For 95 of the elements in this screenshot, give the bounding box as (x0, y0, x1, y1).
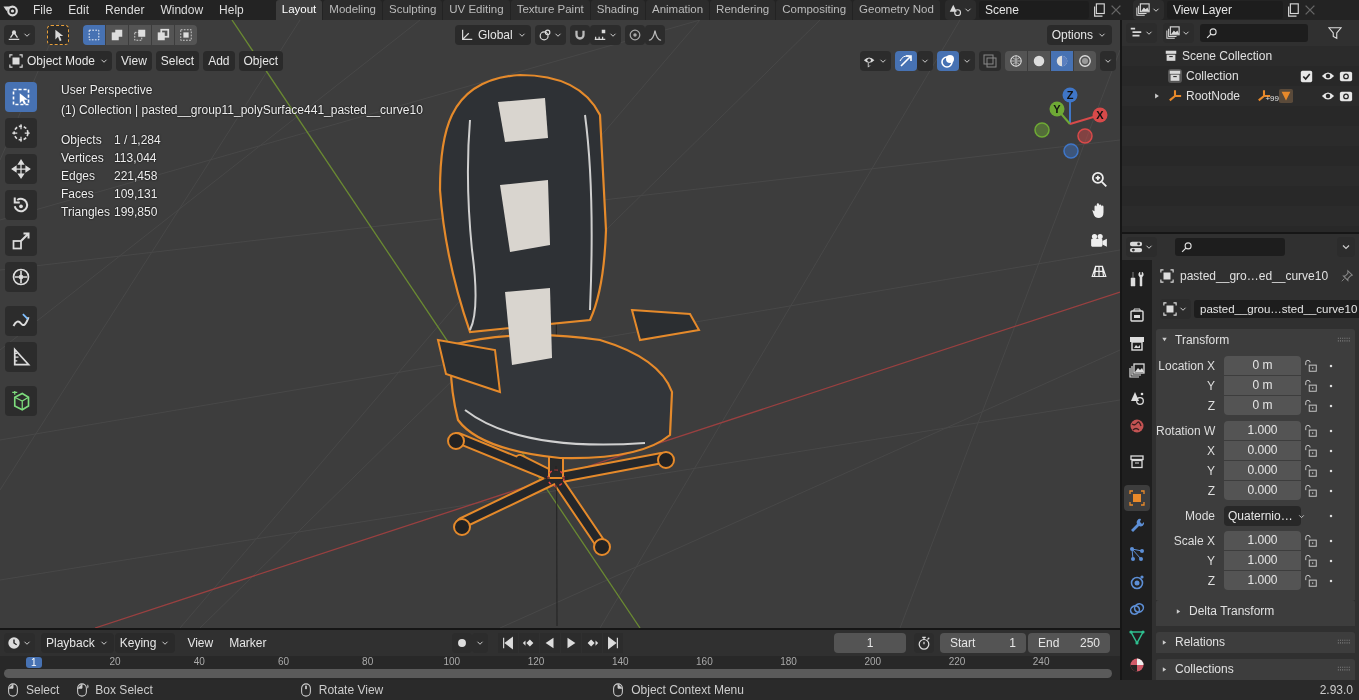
stat-value: 221,458 (114, 168, 159, 185)
view-name: User Perspective (61, 82, 154, 99)
number-field[interactable]: 0 m (1224, 376, 1301, 396)
view-layer-field[interactable]: View Layer (1166, 1, 1283, 19)
number-field[interactable]: 0.000 (1224, 461, 1301, 481)
frame-number: 60 (276, 656, 291, 668)
dropdown-button[interactable]: Playback (41, 633, 114, 653)
frame-number: 160 (695, 656, 714, 668)
number-field[interactable]: 1.000 (1224, 551, 1301, 571)
dropdown-button[interactable]: Keying (114, 633, 176, 653)
options-dropdown[interactable]: Options (1046, 25, 1112, 45)
menu-item[interactable]: File (25, 1, 61, 19)
workspace-tab[interactable]: UV Editing (443, 0, 510, 20)
frame-number: 40 (192, 656, 206, 668)
menu-button[interactable]: View (116, 51, 152, 71)
frame-number: 240 (1031, 656, 1051, 668)
field-label: Z (1206, 483, 1216, 501)
menu-button[interactable]: View (182, 633, 219, 653)
field-label: Location X (1157, 358, 1216, 376)
playhead[interactable]: 1 (26, 657, 42, 668)
orientation-dropdown[interactable]: Global (455, 25, 531, 45)
number-field[interactable]: 0.000 (1224, 441, 1301, 461)
scene-name-field[interactable]: Scene (978, 1, 1089, 19)
field-label: Z (1206, 573, 1216, 591)
field-label: Start (950, 635, 976, 652)
stat-value: 113,044 (114, 150, 158, 167)
end-frame-field[interactable]: End 250 (1028, 633, 1110, 653)
current-frame-field[interactable]: 1 (834, 633, 906, 653)
workspace-tab[interactable]: Texture Paint (510, 0, 590, 20)
frame-number: 20 (108, 656, 122, 668)
frame-number: 180 (779, 656, 798, 668)
field-label: X (1206, 443, 1216, 461)
hint-label: Rotate View (318, 682, 384, 699)
stat-label: Objects (61, 132, 103, 149)
workspace-tab[interactable]: Shading (590, 0, 645, 20)
field-value: 1 (1009, 635, 1016, 652)
hint-label: Select (26, 682, 60, 699)
number-field[interactable]: 1.000 (1224, 421, 1301, 441)
frame-number: 200 (863, 656, 883, 668)
number-field[interactable]: 0.000 (1224, 481, 1301, 501)
mode-dropdown[interactable]: Object Mode (4, 51, 112, 71)
axis-handle[interactable]: Y (1049, 101, 1071, 125)
frame-number: 80 (361, 656, 375, 668)
stat-label: Faces (61, 186, 95, 203)
frame-number: 120 (526, 656, 546, 668)
axis-handle[interactable]: X (1069, 107, 1108, 125)
field-label: Y (1206, 378, 1216, 396)
number-field[interactable]: 1.000 (1224, 571, 1301, 591)
field-label: Y (1206, 553, 1216, 571)
field-value: 250 (1079, 635, 1100, 652)
workspace-tab[interactable]: Rendering (710, 0, 776, 20)
stat-value: 1 / 1,284 (114, 132, 162, 149)
workspace-tab[interactable]: Animation (645, 0, 710, 20)
tree-item-label[interactable]: Collection (1186, 67, 1239, 85)
child-count: +99 (1265, 93, 1279, 105)
number-field[interactable]: 1.000 (1224, 531, 1301, 551)
hint-label: Object Context Menu (631, 682, 744, 699)
tree-item-label[interactable]: RootNode (1186, 87, 1241, 105)
menu-button[interactable]: Marker (224, 633, 272, 653)
menu-button[interactable]: Object (238, 51, 284, 71)
context-label: (1) Collection | pasted__group11_polySurface441_pasted__curve10 (61, 102, 423, 119)
hint-label: Box Select (95, 682, 153, 699)
menu-item[interactable]: Edit (60, 1, 98, 19)
tree-item-label[interactable]: Scene Collection (1182, 47, 1273, 65)
start-frame-field[interactable]: Start 1 (940, 633, 1026, 653)
object-name: pasted__gro…ed__curve10 (1180, 267, 1329, 285)
number-field[interactable]: 0 m (1224, 356, 1301, 376)
frame-number: 140 (610, 656, 630, 668)
workspace-tab[interactable]: Sculpting (382, 0, 443, 20)
number-field[interactable]: 0 m (1224, 396, 1301, 416)
menu-button[interactable]: Add (203, 51, 235, 71)
axis-handle[interactable]: Z (1062, 87, 1078, 125)
field-label: Rotation W (1156, 423, 1217, 441)
stat-value: 199,850 (114, 204, 159, 221)
menu-item[interactable]: Help (211, 1, 252, 19)
menu-item[interactable]: Window (152, 1, 212, 19)
workspace-tab[interactable]: Compositing (776, 0, 853, 20)
frame-number: 100 (442, 656, 462, 668)
stat-label: Edges (61, 168, 97, 185)
stat-value: 109,131 (114, 186, 159, 203)
frame-number: 220 (947, 656, 967, 668)
stat-label: Triangles (61, 204, 111, 221)
field-label: Z (1206, 398, 1216, 416)
menu-button[interactable]: Select (155, 51, 200, 71)
field-label: End (1038, 635, 1060, 652)
menu-item[interactable]: Render (97, 1, 153, 19)
workspace-tab[interactable]: Modeling (323, 0, 382, 20)
workspace-tab[interactable]: Layout (275, 0, 323, 20)
data-block-field[interactable]: pasted__grou…sted__curve10 (1194, 300, 1359, 319)
stat-label: Vertices (61, 150, 105, 167)
version-label: 2.93.0 (1319, 682, 1353, 699)
field-label: Scale X (1172, 533, 1216, 551)
workspace-tab[interactable]: Geometry Nod (853, 0, 940, 20)
field-label: Y (1206, 463, 1216, 481)
field-label: Mode (1183, 508, 1216, 526)
